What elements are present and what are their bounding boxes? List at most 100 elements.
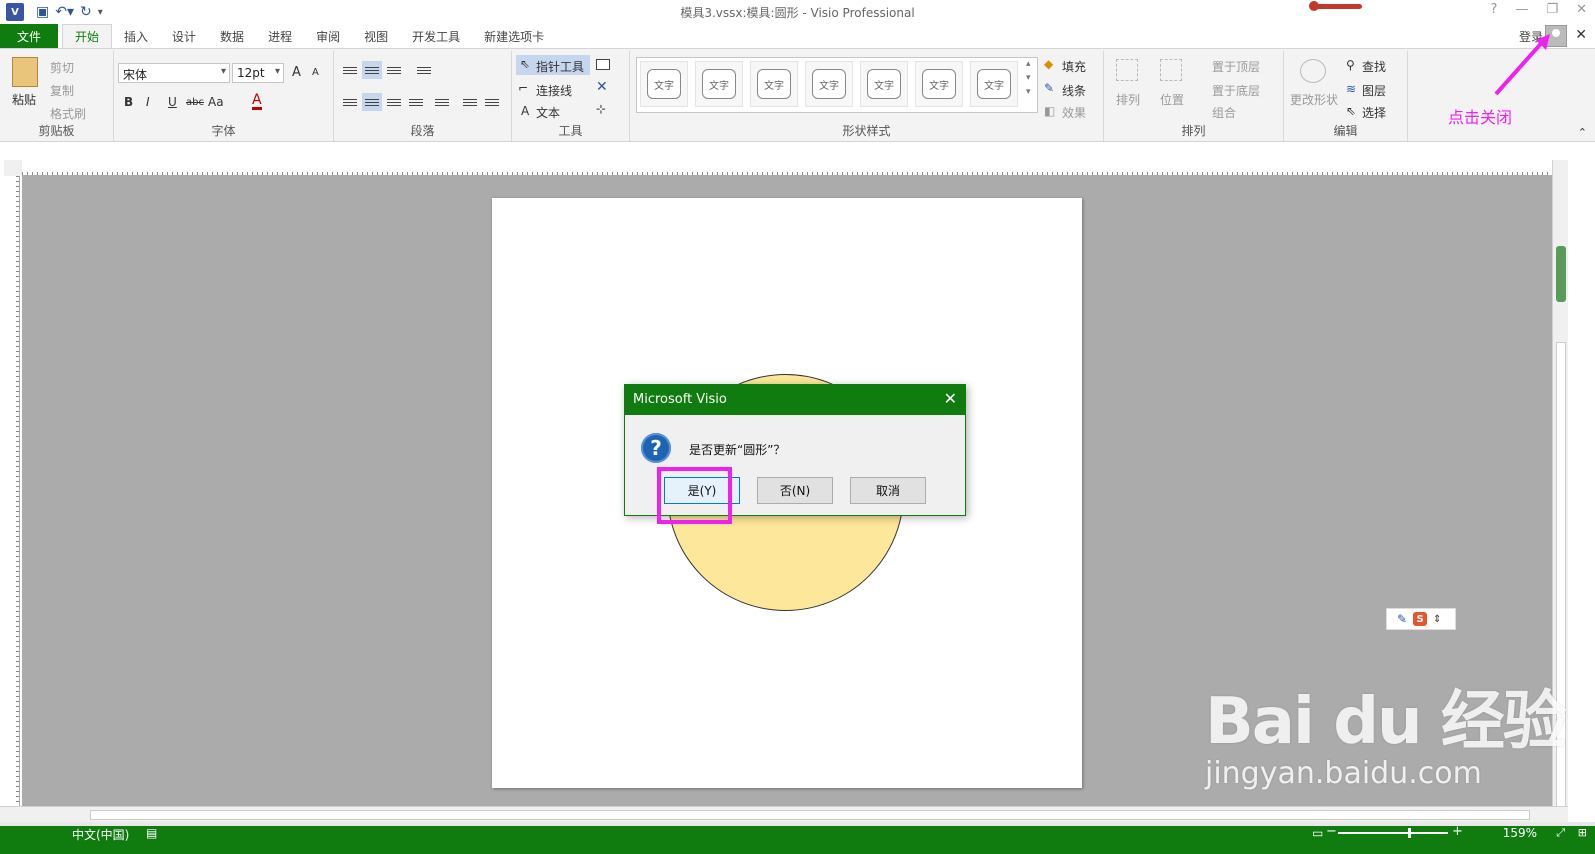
style-swatch[interactable]: 文字 [915, 61, 963, 107]
align-top-icon[interactable] [340, 61, 360, 79]
paste-icon[interactable] [12, 57, 38, 87]
tab-review[interactable]: 审阅 [304, 24, 352, 48]
close-icon[interactable]: ✕ [1575, 27, 1587, 43]
macro-icon[interactable]: ▤ [146, 826, 157, 840]
gallery-scroll-icon[interactable]: ▴ ▾ ▾ [1026, 57, 1031, 99]
align-bottom-icon[interactable] [384, 61, 404, 79]
send-to-back-button[interactable]: 置于底层 [1212, 82, 1260, 99]
position-button[interactable]: 位置 [1160, 91, 1184, 108]
bullets-icon[interactable] [414, 61, 434, 79]
tab-file[interactable]: 文件 [0, 24, 58, 48]
tab-new[interactable]: 新建选项卡 [472, 24, 556, 48]
cut-button[interactable]: 剪切 [50, 59, 74, 76]
style-swatch[interactable]: 文字 [750, 61, 798, 107]
zoom-out-icon[interactable]: − [1326, 824, 1337, 839]
zoom-slider[interactable] [1338, 832, 1448, 834]
connector-button[interactable]: 连接线 [536, 82, 572, 99]
line-icon: ✎ [1044, 81, 1055, 95]
tab-developer[interactable]: 开发工具 [400, 24, 472, 48]
clipboard-group-label: 剪贴板 [38, 124, 75, 138]
connection-point-icon[interactable]: ⊹ [596, 102, 606, 116]
align-middle-icon[interactable] [362, 61, 382, 79]
zoom-level[interactable]: 159% [1503, 826, 1537, 840]
paragraph-group-label: 段落 [410, 124, 435, 138]
cancel-button[interactable]: 取消 [850, 477, 926, 504]
style-swatch[interactable]: 文字 [860, 61, 908, 107]
copy-button[interactable]: 复制 [50, 82, 74, 99]
shrink-font-button[interactable]: A [312, 67, 319, 78]
zoom-in-icon[interactable]: + [1452, 824, 1463, 839]
fill-button[interactable]: 填充 [1062, 58, 1086, 75]
no-button[interactable]: 否(N) [757, 477, 833, 504]
grow-font-button[interactable]: A [292, 65, 301, 80]
style-swatch[interactable]: 文字 [970, 61, 1018, 107]
underline-button[interactable]: U [168, 95, 177, 109]
floating-toolbar[interactable]: ✎ S ⇕ [1386, 608, 1456, 630]
increase-indent-icon[interactable] [482, 93, 502, 111]
rectangle-icon[interactable] [596, 59, 610, 70]
font-size-select[interactable]: 12pt [232, 63, 284, 83]
edit-icon[interactable]: ✎ [1397, 612, 1407, 626]
font-name-select[interactable]: 宋体 [118, 63, 230, 83]
collapse-ribbon-icon[interactable]: ⌃ [1578, 126, 1587, 139]
vertical-ruler [4, 176, 20, 806]
bring-to-front-button[interactable]: 置于顶层 [1212, 58, 1260, 75]
align-shapes-icon [1116, 59, 1138, 81]
style-swatch[interactable]: 文字 [805, 61, 853, 107]
change-shape-button[interactable]: 更改形状 [1290, 91, 1338, 108]
title-bar: V ▣ ↶▾ ↻ ▾ 模具3.vssx:模具:圆形 - Visio Profes… [0, 0, 1595, 24]
strikethrough-button[interactable]: abc [186, 97, 204, 108]
more-icon[interactable]: ⇕ [1433, 614, 1441, 625]
help-button[interactable]: ? [1491, 2, 1498, 17]
arrange-group: 排列 位置 置于顶层 置于底层 组合 排列 [1104, 51, 1284, 141]
question-icon: ? [641, 433, 671, 463]
tab-data[interactable]: 数据 [208, 24, 256, 48]
horizontal-scroll-thumb[interactable] [90, 810, 1530, 820]
dialog-message: 是否更新“圆形”？ [689, 443, 786, 457]
group-button[interactable]: 组合 [1212, 104, 1236, 121]
highlight-box [657, 467, 732, 524]
align-left-icon[interactable] [340, 93, 360, 111]
restore-button[interactable]: ❐ [1546, 2, 1558, 17]
close-window-button[interactable]: ✕ [1576, 2, 1587, 17]
bold-button[interactable]: B [124, 95, 133, 109]
select-button[interactable]: 选择 [1362, 104, 1386, 121]
paste-button[interactable]: 粘贴 [12, 91, 36, 108]
tab-home[interactable]: 开始 [62, 24, 113, 48]
delete-icon[interactable]: ✕ [596, 79, 608, 95]
text-tool-button[interactable]: 文本 [536, 104, 560, 121]
fit-page-icon[interactable]: ⤢ [1556, 826, 1565, 840]
style-swatch[interactable]: 文字 [695, 61, 743, 107]
text-direction-icon[interactable] [432, 93, 452, 111]
format-painter-button[interactable]: 格式刷 [50, 105, 86, 122]
align-right-icon[interactable] [384, 93, 404, 111]
change-case-button[interactable]: Aa [208, 95, 224, 109]
tab-view[interactable]: 视图 [352, 24, 400, 48]
layers-button[interactable]: 图层 [1362, 82, 1386, 99]
dialog-close-icon[interactable]: ✕ [944, 389, 957, 408]
presentation-mode-icon[interactable]: ▭ [1312, 826, 1323, 840]
style-swatch[interactable]: 文字 [640, 61, 688, 107]
tools-group: ⇖ 指针工具 ⌐ 连接线 A 文本 ✕ ⊹ 工具 [512, 51, 630, 141]
line-button[interactable]: 线条 [1062, 82, 1086, 99]
align-shapes-button[interactable]: 排列 [1116, 91, 1140, 108]
justify-icon[interactable] [406, 93, 426, 111]
select-icon: ⇖ [1346, 104, 1357, 118]
horizontal-scrollbar[interactable] [0, 806, 1568, 822]
align-center-icon[interactable] [362, 93, 382, 111]
zoom-slider-thumb[interactable] [1408, 828, 1411, 838]
italic-button[interactable]: I [146, 95, 150, 109]
font-color-button[interactable]: A [252, 93, 262, 110]
tab-insert[interactable]: 插入 [112, 24, 160, 48]
sogou-icon[interactable]: S [1413, 612, 1428, 626]
find-button[interactable]: 查找 [1362, 58, 1386, 75]
tab-design[interactable]: 设计 [160, 24, 208, 48]
pointer-tool-button[interactable]: 指针工具 [536, 58, 584, 75]
tools-group-label: 工具 [558, 124, 583, 138]
minimize-button[interactable]: — [1515, 2, 1528, 17]
switch-windows-icon[interactable]: ⊞ [1578, 826, 1587, 839]
tab-process[interactable]: 进程 [256, 24, 304, 48]
effects-button[interactable]: 效果 [1062, 104, 1086, 121]
decrease-indent-icon[interactable] [460, 93, 480, 111]
language-indicator[interactable]: 中文(中国) [72, 826, 129, 843]
